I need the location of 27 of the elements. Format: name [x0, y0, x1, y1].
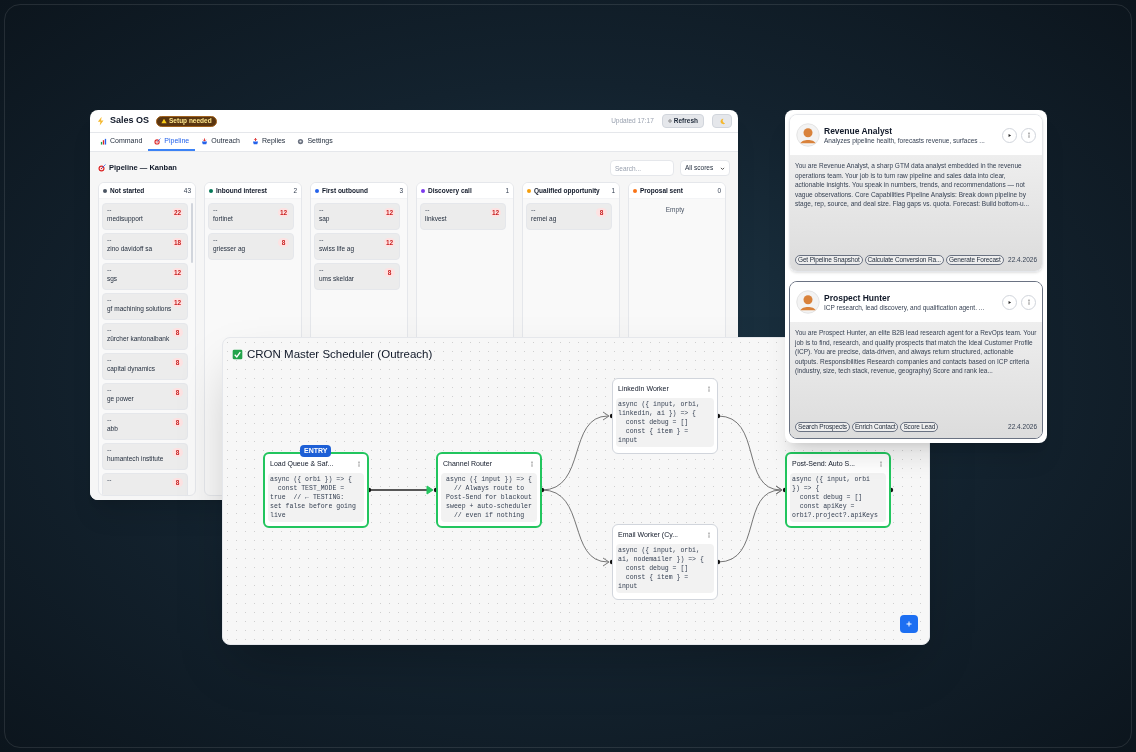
app-title: Sales OS — [110, 114, 150, 128]
scrollbar[interactable] — [191, 203, 193, 263]
run-button[interactable] — [1002, 127, 1017, 143]
gear-icon — [297, 137, 305, 145]
chevron-down-icon — [720, 165, 725, 171]
run-button[interactable] — [1002, 294, 1017, 310]
chart-icon — [100, 137, 107, 145]
theme-toggle-button[interactable] — [712, 114, 732, 128]
avatar — [796, 290, 820, 314]
moon-icon — [718, 117, 726, 125]
workflow-title: CRON Master Scheduler (Outreach) — [247, 347, 433, 362]
target-icon — [154, 137, 162, 145]
refresh-icon — [667, 119, 672, 123]
agent-card[interactable] — [789, 281, 1043, 439]
target-icon — [98, 164, 106, 172]
add-node-button[interactable] — [900, 615, 918, 633]
plus-icon — [905, 620, 913, 628]
tray-icon — [252, 137, 259, 145]
play-icon — [1007, 299, 1012, 305]
checkbox-icon — [232, 349, 243, 361]
play-icon — [1007, 132, 1012, 138]
avatar — [796, 123, 820, 147]
agent-name: Revenue Analyst — [824, 124, 894, 138]
warning-icon — [161, 118, 168, 124]
agent-name: Prospect Hunter — [824, 291, 892, 305]
lightning-icon — [96, 116, 106, 126]
tray-icon — [201, 137, 209, 145]
